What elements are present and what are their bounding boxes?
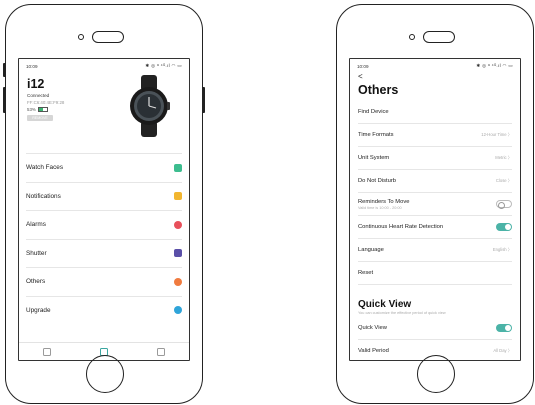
chevron-right-icon: 〉 (507, 178, 512, 183)
battery-fill (38, 108, 44, 111)
chevron-right-icon: 〉 (507, 247, 512, 252)
row-value: Close 〉 (496, 178, 512, 184)
row-value: All Day 〉 (493, 348, 512, 354)
battery-icon (37, 107, 48, 112)
app-screen-device: 10:09 ✱ ◎ ᵃ ⁴ᴳ.ıl ◠ ▭ i12 Connected FF:C… (18, 58, 190, 361)
phone-frame-left: 10:09 ✱ ◎ ᵃ ⁴ᴳ.ıl ◠ ▭ i12 Connected FF:C… (3, 4, 205, 404)
row-unit-system[interactable]: Unit System Metric 〉 (358, 147, 512, 170)
device-header: i12 Connected FF:C6:40:4E:F9:28 53% REMO… (19, 73, 189, 153)
row-reminders-to-move[interactable]: Reminders To Move Valid time is 10:00 - … (358, 193, 512, 216)
menu-label: Shutter (26, 249, 47, 257)
time-format-value: 12-Hour Time (481, 132, 507, 137)
chevron-right-icon: 〉 (507, 155, 512, 160)
row-find-device[interactable]: Find Device (358, 101, 512, 124)
menu-label: Upgrade (26, 306, 51, 314)
speaker-icon (92, 31, 124, 43)
app-screen-others: 10:09 ✱ ◎ ᵃ ⁴ᴳ.ıl ◠ ▭ < Others Find Devi… (349, 58, 521, 361)
status-bar: 10:09 ✱ ◎ ᵃ ⁴ᴳ.ıl ◠ ▭ (350, 59, 520, 73)
menu-notifications[interactable]: Notifications (26, 181, 182, 211)
row-label: Find Device (358, 109, 389, 115)
row-label: Language (358, 247, 384, 253)
row-quick-view[interactable]: Quick View (358, 317, 512, 340)
row-label-group: Reminders To Move Valid time is 10:00 - … (358, 199, 409, 210)
camera-icon (409, 34, 415, 40)
home-button (417, 355, 455, 393)
chevron-right-icon: 〉 (507, 132, 512, 137)
smartwatch-image (130, 75, 170, 137)
phone-power-button (202, 87, 205, 113)
status-bar: 10:09 ✱ ◎ ᵃ ⁴ᴳ.ıl ◠ ▭ (19, 59, 189, 73)
row-time-formats[interactable]: Time Formats 12-Hour Time 〉 (358, 124, 512, 147)
upgrade-icon (174, 306, 182, 315)
menu-others[interactable]: Others (26, 267, 182, 296)
menu-upgrade[interactable]: Upgrade (26, 295, 182, 325)
row-label: Quick View (358, 325, 387, 331)
quick-view-toggle[interactable] (496, 324, 512, 332)
row-label: Valid Period (358, 348, 389, 354)
menu-label: Watch Faces (26, 164, 64, 172)
alarms-icon (174, 220, 182, 229)
menu-label: Alarms (26, 221, 46, 229)
home-button (86, 355, 124, 393)
row-language[interactable]: Language English 〉 (358, 239, 512, 262)
shutter-icon (174, 249, 182, 258)
row-sublabel: Valid time is 10:00 - 20:00 (358, 205, 402, 210)
menu-label: Notifications (26, 192, 61, 200)
dnd-value: Close (495, 178, 507, 183)
row-label: Do Not Disturb (358, 178, 397, 184)
row-label: Continuous Heart Rate Detection (358, 224, 444, 230)
valid-period-value: All Day (493, 348, 507, 353)
unit-system-value: Metric (495, 155, 507, 160)
row-do-not-disturb[interactable]: Do Not Disturb Close 〉 (358, 170, 512, 193)
camera-icon (78, 34, 84, 40)
page-title: Others (358, 83, 399, 97)
row-reset[interactable]: Reset (358, 262, 512, 285)
menu-label: Others (26, 278, 46, 286)
row-label: Unit System (358, 155, 390, 161)
remove-device-button[interactable]: REMOVE (27, 115, 53, 121)
status-time: 10:09 (26, 63, 38, 69)
phone-side-button (3, 63, 6, 77)
row-label: Reset (358, 270, 374, 276)
row-label: Time Formats (358, 132, 394, 138)
heart-rate-toggle[interactable] (496, 223, 512, 231)
phone-volume-button (3, 87, 6, 113)
notifications-icon (174, 192, 182, 201)
status-icons: ✱ ◎ ᵃ ⁴ᴳ.ıl ◠ ▭ (145, 63, 182, 68)
menu-alarms[interactable]: Alarms (26, 210, 182, 239)
chevron-right-icon: 〉 (507, 348, 512, 353)
menu-shutter[interactable]: Shutter (26, 238, 182, 268)
tab-profile-icon[interactable] (156, 347, 165, 356)
row-label: Reminders To Move (358, 198, 410, 205)
menu-watch-faces[interactable]: Watch Faces (26, 153, 182, 182)
status-icons: ✱ ◎ ᵃ ⁴ᴳ.ıl ◠ ▭ (476, 63, 513, 68)
row-value: Metric 〉 (495, 155, 512, 161)
language-value: English (492, 247, 507, 252)
battery-percent: 53% (27, 107, 36, 112)
phone-frame-right: 10:09 ✱ ◎ ᵃ ⁴ᴳ.ıl ◠ ▭ < Others Find Devi… (336, 4, 534, 404)
watch-faces-icon (174, 163, 182, 172)
section-title-quick-view: Quick View (358, 299, 412, 310)
row-value: 12-Hour Time 〉 (481, 132, 512, 138)
tab-home-icon[interactable] (43, 347, 52, 356)
status-time: 10:09 (357, 63, 369, 69)
row-value: English 〉 (493, 247, 512, 253)
others-icon (174, 277, 182, 286)
row-heart-rate-detection[interactable]: Continuous Heart Rate Detection (358, 216, 512, 239)
speaker-icon (423, 31, 455, 43)
back-button[interactable]: < (350, 73, 520, 81)
reminders-toggle[interactable] (496, 200, 512, 209)
